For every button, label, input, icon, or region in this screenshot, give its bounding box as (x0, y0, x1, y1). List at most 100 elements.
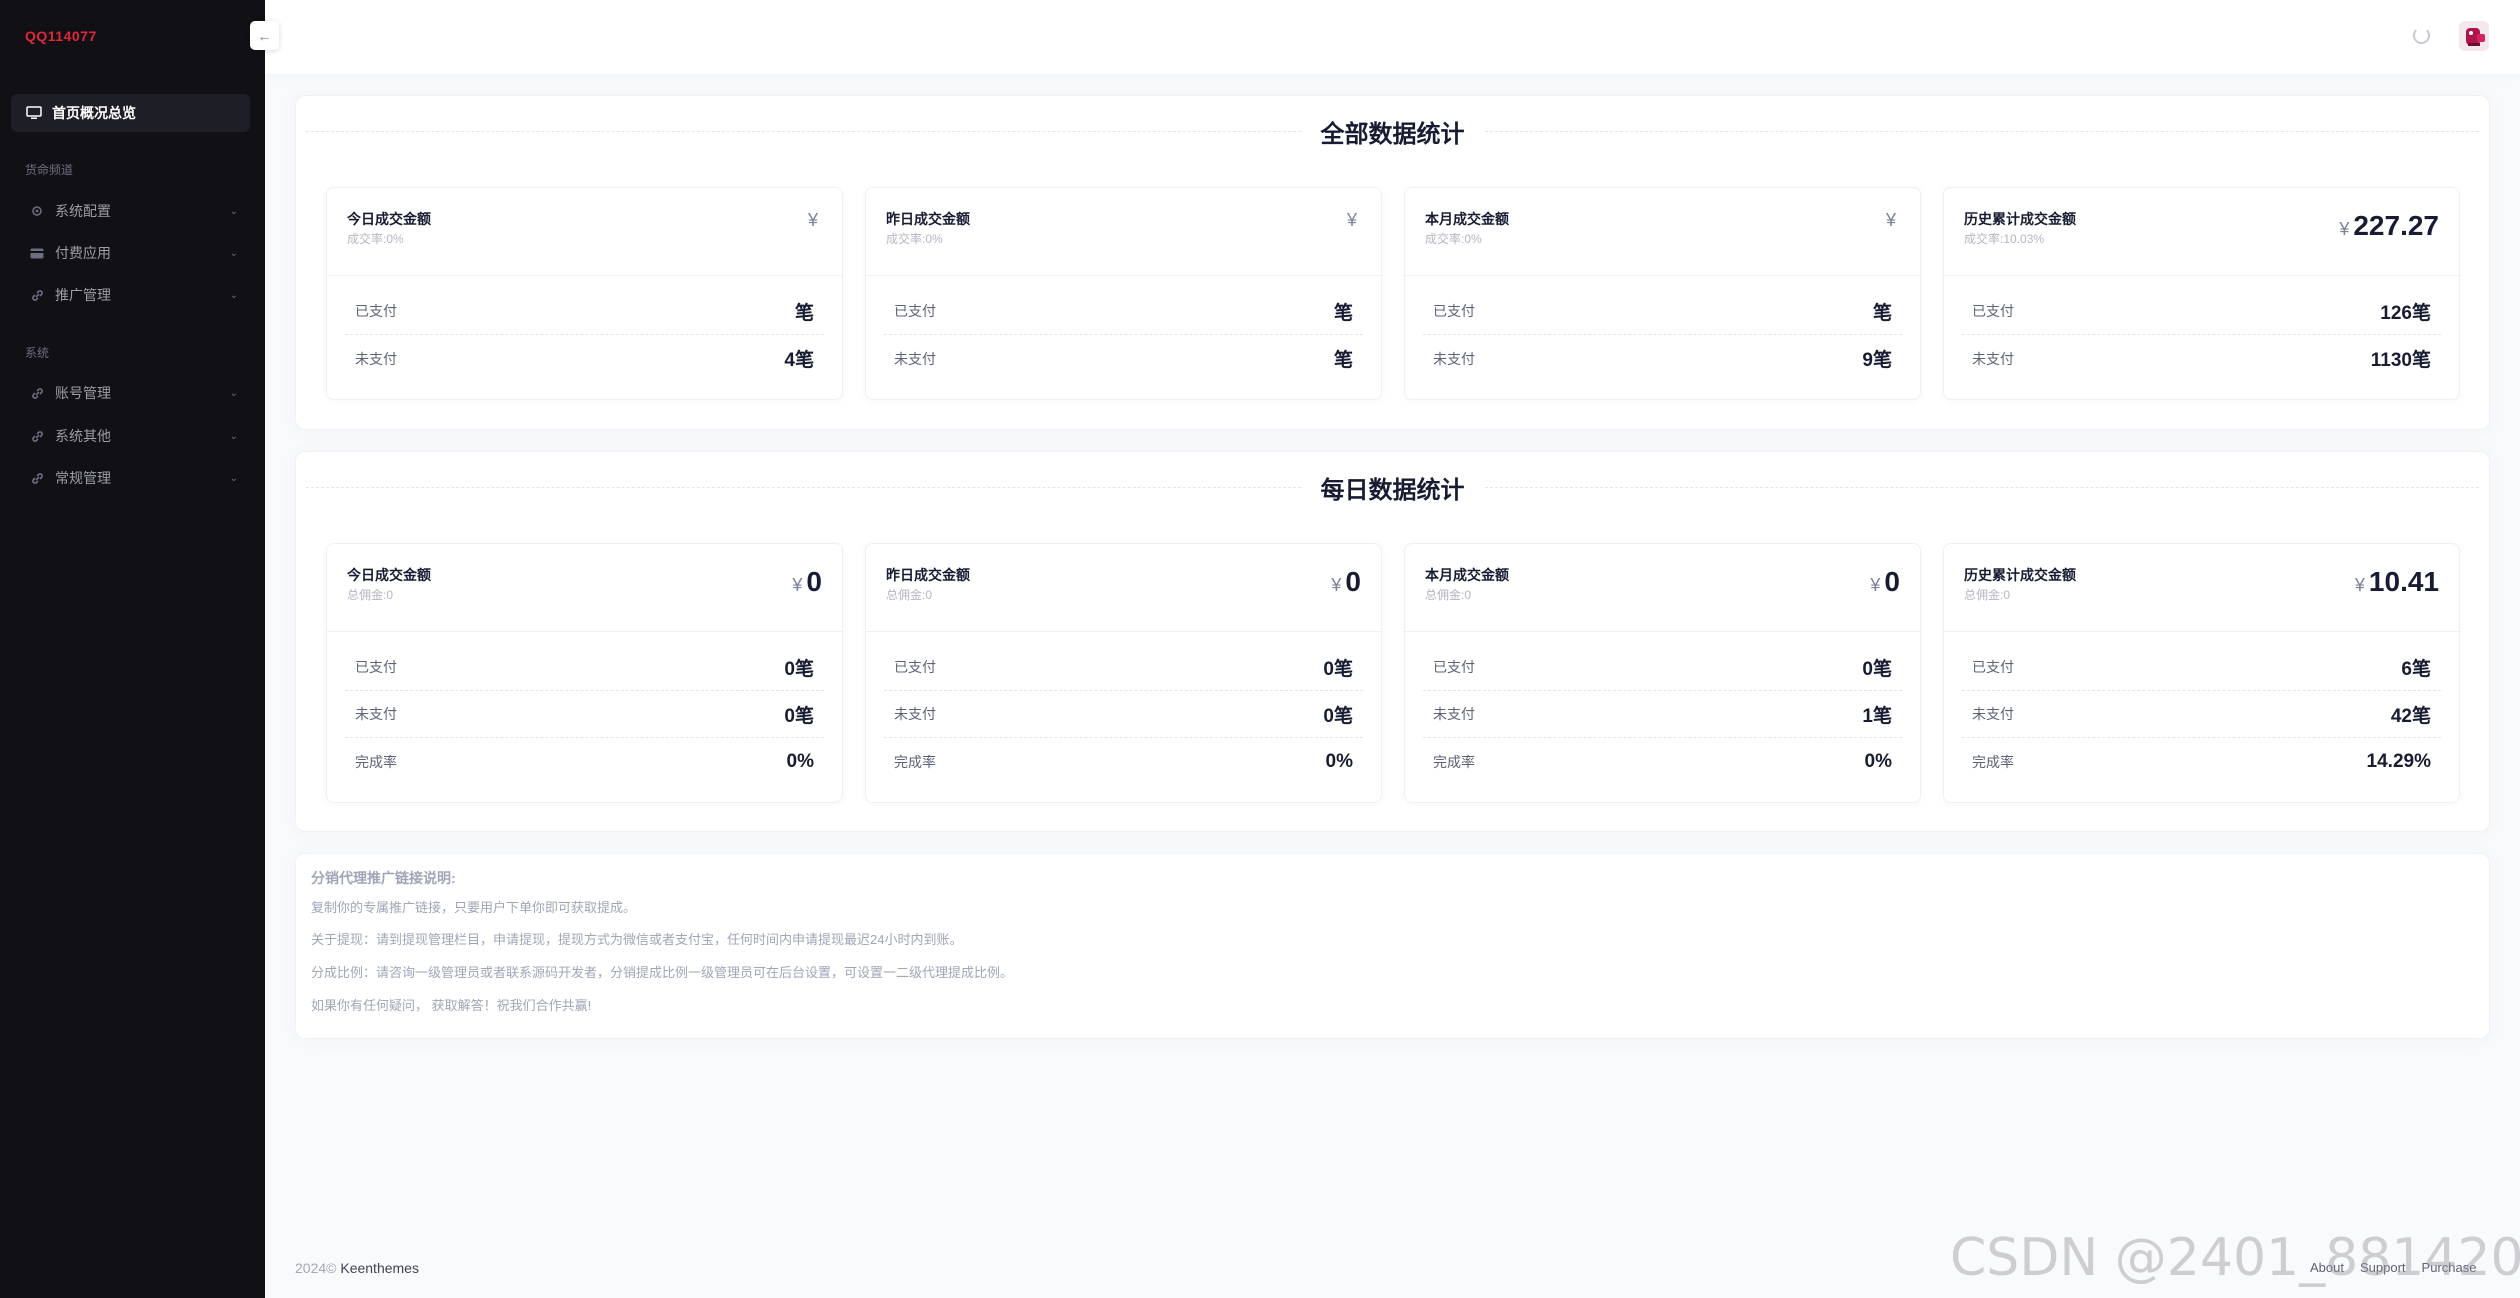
stat-card: 历史累计成交金额 成交率:10.03% ¥ 227.27 已支付 126笔 未支付… (1943, 187, 2460, 400)
panel-title: 每日数据统计 (1320, 476, 1465, 504)
row-value: 0笔 (1323, 658, 1353, 680)
row-label: 完成率 (1433, 753, 1475, 770)
row-label: 完成率 (894, 753, 936, 770)
sidebar-section-title: 货命频道 (25, 163, 74, 177)
watermark: CSDN @2401_88142076 (1950, 1228, 2520, 1288)
stat-row: 完成率 0% (1423, 738, 1902, 785)
link-icon (29, 470, 45, 486)
row-label: 已支付 (1972, 303, 2014, 319)
row-label: 完成率 (355, 753, 397, 770)
row-label: 未支付 (355, 706, 397, 722)
amount-value: 10.41 (2368, 566, 2439, 597)
card-amount: ¥ 10.41 (2355, 566, 2439, 598)
sidebar-item-promotion[interactable]: 推广管理 ⌄ (11, 278, 250, 312)
currency-symbol: ¥ (2354, 575, 2365, 595)
row-value: 0% (786, 750, 814, 772)
card-subtitle: 成交率:0% (1425, 232, 1482, 246)
row-label: 已支付 (355, 303, 397, 319)
card-amount: ¥ (808, 210, 822, 231)
loading-spinner-icon[interactable] (2413, 27, 2430, 44)
row-label: 未支付 (1972, 706, 2014, 722)
row-label: 未支付 (894, 706, 936, 722)
stat-card: 昨日成交金额 成交率:0% ¥ 已支付笔 未支付笔 (865, 187, 1382, 400)
card-title: 历史累计成交金额 (1964, 211, 2076, 227)
panel-title: 全部数据统计 (1320, 120, 1465, 148)
sidebar-item-paid-apps[interactable]: 付费应用 ⌄ (11, 236, 250, 270)
gear-icon (29, 203, 45, 219)
sidebar-item-system-config[interactable]: 系统配置 ⌄ (11, 194, 250, 228)
card-title: 今日成交金额 (347, 567, 431, 583)
notes-title: 分销代理推广链接说明: (311, 870, 456, 886)
currency-symbol: ¥ (1331, 575, 1342, 595)
stat-row: 完成率 0% (884, 738, 1363, 785)
divider (1484, 486, 2479, 488)
card-subtitle: 成交率:10.03% (1964, 232, 2045, 246)
top-header (265, 0, 2520, 74)
row-label: 已支付 (1433, 659, 1475, 675)
arrow-left-icon: ← (257, 27, 272, 44)
amount-value: 0 (1345, 566, 1361, 597)
row-value: 0% (1864, 750, 1892, 772)
divider (306, 486, 1301, 488)
sidebar-item-system-other[interactable]: 系统其他 ⌄ (11, 419, 250, 453)
row-value: 0笔 (1323, 705, 1353, 727)
row-label: 未支付 (355, 350, 397, 367)
sidebar-toggle-button[interactable]: ← (250, 21, 279, 50)
row-label: 已支付 (1433, 303, 1475, 319)
note-line: 复制你的专属推广链接，只要用户下单你即可获取提成。 (311, 900, 637, 915)
stat-row: 已支付 0笔 (1423, 644, 1902, 691)
sidebar-item-label: 推广管理 (55, 287, 111, 303)
stat-card: 昨日成交金额 总佣金:0 ¥ 0 已支付 0笔 未支付 0笔 完成率 0% (865, 543, 1382, 803)
stat-row: 未支付 笔 (884, 335, 1363, 382)
currency-symbol: ¥ (1870, 575, 1881, 595)
avatar[interactable] (2459, 21, 2489, 51)
stat-row: 未支付 4笔 (345, 335, 824, 382)
row-value: 4笔 (784, 350, 814, 371)
row-value: 笔 (1333, 350, 1353, 371)
stat-row: 已支付 0笔 (345, 644, 824, 691)
stat-row: 完成率 0% (345, 738, 824, 785)
card-subtitle: 总佣金:0 (1425, 588, 1472, 602)
divider (306, 130, 1301, 132)
row-label: 完成率 (1972, 753, 2014, 770)
sidebar-item-accounts[interactable]: 账号管理 ⌄ (11, 376, 250, 410)
divider (1484, 130, 2479, 132)
chevron-down-icon: ⌄ (229, 472, 238, 484)
sidebar-item-dashboard[interactable]: 首页概况总览 (11, 94, 250, 132)
row-value: 0笔 (784, 658, 814, 680)
card-amount: ¥ (1347, 210, 1361, 231)
row-label: 已支付 (355, 659, 397, 675)
card-amount: ¥ 0 (792, 566, 822, 598)
card-subtitle: 总佣金:0 (1964, 588, 2011, 602)
stat-row: 已支付 笔 (345, 288, 824, 335)
chevron-down-icon: ⌄ (229, 247, 238, 259)
stat-row: 已支付 笔 (884, 288, 1363, 335)
panel-header: 全部数据统计 (306, 116, 2479, 148)
brand-logo[interactable]: QQ114077 (25, 28, 97, 44)
row-label: 未支付 (1972, 350, 2014, 367)
chevron-down-icon: ⌄ (229, 205, 238, 217)
sidebar-item-general[interactable]: 常规管理 ⌄ (11, 461, 250, 495)
amount-value: 0 (806, 566, 822, 597)
row-label: 已支付 (894, 303, 936, 319)
chevron-down-icon: ⌄ (229, 387, 238, 399)
card-amount: ¥ 227.27 (2339, 210, 2439, 242)
stat-card: 历史累计成交金额 总佣金:0 ¥ 10.41 已支付 6笔 未支付 42笔 完成率 1… (1943, 543, 2460, 803)
all-stats-panel: 全部数据统计 今日成交金额 成交率:0% ¥ 已支付笔 未支付 4笔 昨日成交金额… (295, 95, 2490, 430)
panel-header: 每日数据统计 (306, 472, 2479, 504)
row-label: 未支付 (1433, 350, 1475, 367)
sidebar-item-label: 系统配置 (55, 203, 111, 219)
row-value: 9笔 (1862, 350, 1892, 371)
stat-card: 本月成交金额 成交率:0% ¥ 已支付 笔 未支付 9笔 (1404, 187, 1921, 400)
amount-value: 0 (1884, 566, 1900, 597)
chevron-down-icon: ⌄ (229, 430, 238, 442)
card-subtitle: 总佣金:0 (347, 588, 394, 602)
card-title: 本月成交金额 (1425, 211, 1509, 227)
daily-stats-panel: 每日数据统计 今日成交金额 总佣金:0 ¥ 0 已支付 0笔 未支付 0笔 完成率 0… (295, 451, 2490, 832)
sidebar-item-label: 付费应用 (55, 245, 111, 261)
link-icon (29, 287, 45, 303)
stat-row: 完成率 14.29% (1962, 738, 2441, 785)
footer-company-link[interactable]: Keenthemes (340, 1260, 419, 1276)
currency-symbol: ¥ (2339, 219, 2350, 239)
card-subtitle: 成交率:0% (886, 232, 943, 246)
